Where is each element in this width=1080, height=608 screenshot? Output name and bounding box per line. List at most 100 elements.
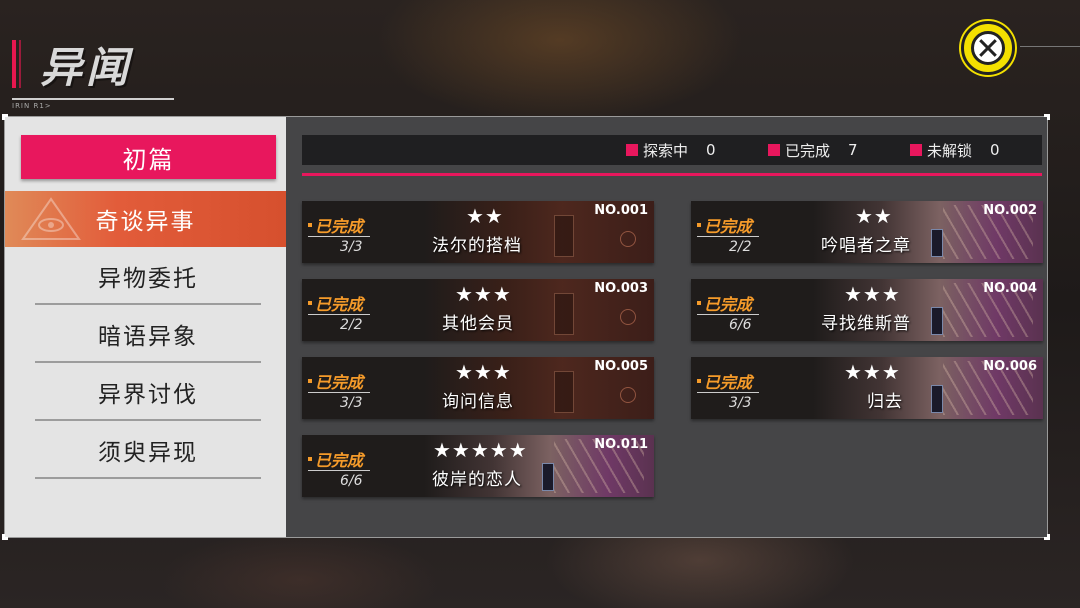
close-button[interactable]: [961, 21, 1015, 75]
card-number: NO.011: [594, 437, 648, 452]
stats-divider: [302, 173, 1042, 176]
status-dot-icon: [697, 301, 701, 305]
page-header: 异闻 IRIN R1>: [12, 36, 174, 110]
card-status-label: 已完成: [315, 373, 364, 392]
title-underline: [12, 98, 174, 100]
card-status: 已完成: [308, 291, 363, 315]
card-status: 已完成: [308, 369, 363, 393]
sidebar-item-label: 奇谈异事: [95, 209, 196, 235]
status-underline: [308, 236, 370, 237]
status-dot-icon: [697, 223, 701, 227]
card-number: NO.002: [983, 203, 1037, 218]
status-dot-icon: [308, 457, 312, 461]
card-progress: 6/6: [340, 473, 363, 489]
title-accent-bar: [12, 40, 16, 88]
status-underline: [308, 470, 370, 471]
stat-completed: 已完成 7: [768, 135, 858, 165]
status-dot-icon: [697, 379, 701, 383]
story-card[interactable]: 已完成 3/3 ★★ 法尔的搭档 NO.001: [302, 201, 654, 263]
card-star-rating: ★★: [466, 204, 504, 228]
stat-marker-icon: [910, 144, 922, 156]
stat-value: 0: [990, 141, 1000, 159]
card-star-rating: ★★★: [455, 360, 512, 384]
sidebar-item-yijie[interactable]: 异界讨伐: [35, 365, 261, 421]
story-card[interactable]: 已完成 3/3 ★★★ 询问信息 NO.005: [302, 357, 654, 419]
card-progress: 3/3: [340, 239, 363, 255]
story-card[interactable]: 已完成 3/3 ★★★ 归去 NO.006: [691, 357, 1043, 419]
story-card[interactable]: 已完成 6/6 ★★★ 寻找维斯普 NO.004: [691, 279, 1043, 341]
card-status-label: 已完成: [704, 373, 753, 392]
card-progress: 3/3: [340, 395, 363, 411]
card-number: NO.004: [983, 281, 1037, 296]
stat-value: 0: [706, 141, 716, 159]
card-status-label: 已完成: [315, 451, 364, 470]
art-figure: [931, 229, 943, 257]
eye-triangle-icon: [21, 197, 81, 240]
card-status: 已完成: [697, 369, 752, 393]
card-status: 已完成: [308, 213, 363, 237]
close-decor-line: [1020, 46, 1080, 47]
card-star-rating: ★★★★★: [433, 438, 528, 462]
art-figure: [931, 307, 943, 335]
sidebar-item-xuyu[interactable]: 须臾异现: [35, 423, 261, 479]
status-underline: [697, 392, 759, 393]
card-star-rating: ★★★: [844, 360, 901, 384]
status-dot-icon: [308, 301, 312, 305]
sidebar-item-label: 须臾异现: [98, 440, 198, 466]
card-progress: 2/2: [340, 317, 363, 333]
art-clock: [620, 387, 636, 403]
story-card[interactable]: 已完成 2/2 ★★★ 其他会员 NO.003: [302, 279, 654, 341]
stat-value: 7: [848, 141, 858, 159]
art-figure: [542, 463, 554, 491]
stat-label: 已完成: [785, 141, 831, 160]
story-card[interactable]: 已完成 6/6 ★★★★★ 彼岸的恋人 NO.011: [302, 435, 654, 497]
stat-exploring: 探索中 0: [626, 135, 716, 165]
card-title: 寻找维斯普: [821, 314, 911, 334]
card-progress: 3/3: [729, 395, 752, 411]
status-underline: [697, 314, 759, 315]
title-accent-bar-secondary: [19, 40, 21, 88]
stats-bar: 探索中 0 已完成 7 未解锁 0: [302, 135, 1042, 165]
sidebar-item-label: 异界讨伐: [98, 382, 198, 408]
chapter-selector-button[interactable]: 初篇: [21, 135, 276, 179]
card-number: NO.006: [983, 359, 1037, 374]
sidebar-item-label: 暗语异象: [98, 324, 198, 350]
story-card[interactable]: 已完成 2/2 ★★ 吟唱者之章 NO.002: [691, 201, 1043, 263]
art-figure: [931, 385, 943, 413]
status-dot-icon: [308, 223, 312, 227]
art-clock: [620, 309, 636, 325]
close-x-icon: [971, 31, 1005, 65]
title-code: IRIN R1>: [12, 102, 52, 110]
sidebar-item-yiwu[interactable]: 异物委托: [35, 249, 261, 305]
art-door: [554, 215, 574, 257]
card-number: NO.005: [594, 359, 648, 374]
sidebar-item-qitan[interactable]: 奇谈异事: [5, 191, 286, 247]
card-status: 已完成: [697, 291, 752, 315]
card-title: 询问信息: [442, 392, 514, 412]
card-progress: 6/6: [729, 317, 752, 333]
main-panel: 初篇 奇谈异事 异物委托 暗语异象 异界讨伐 须臾异现 探索中 0 已完成 7 …: [2, 114, 1050, 540]
card-status-label: 已完成: [704, 295, 753, 314]
card-star-rating: ★★★: [455, 282, 512, 306]
status-underline: [308, 314, 370, 315]
card-status-label: 已完成: [315, 217, 364, 236]
page-title: 异闻: [40, 43, 133, 92]
card-star-rating: ★★: [855, 204, 893, 228]
card-progress: 2/2: [729, 239, 752, 255]
card-status: 已完成: [308, 447, 363, 471]
stat-marker-icon: [768, 144, 780, 156]
stat-label: 探索中: [643, 141, 689, 160]
card-status-label: 已完成: [315, 295, 364, 314]
sidebar-item-label: 异物委托: [98, 266, 198, 292]
content-area: 探索中 0 已完成 7 未解锁 0 已完成 3/3 ★★ 法尔的搭档 NO.001 已完成…: [286, 117, 1047, 537]
card-title: 归去: [867, 392, 903, 412]
card-number: NO.001: [594, 203, 648, 218]
sidebar: 初篇 奇谈异事 异物委托 暗语异象 异界讨伐 须臾异现: [5, 117, 286, 537]
art-door: [554, 293, 574, 335]
status-underline: [697, 236, 759, 237]
status-dot-icon: [308, 379, 312, 383]
status-underline: [308, 392, 370, 393]
sidebar-item-anyu[interactable]: 暗语异象: [35, 307, 261, 363]
art-clock: [620, 231, 636, 247]
card-title: 彼岸的恋人: [432, 470, 522, 490]
